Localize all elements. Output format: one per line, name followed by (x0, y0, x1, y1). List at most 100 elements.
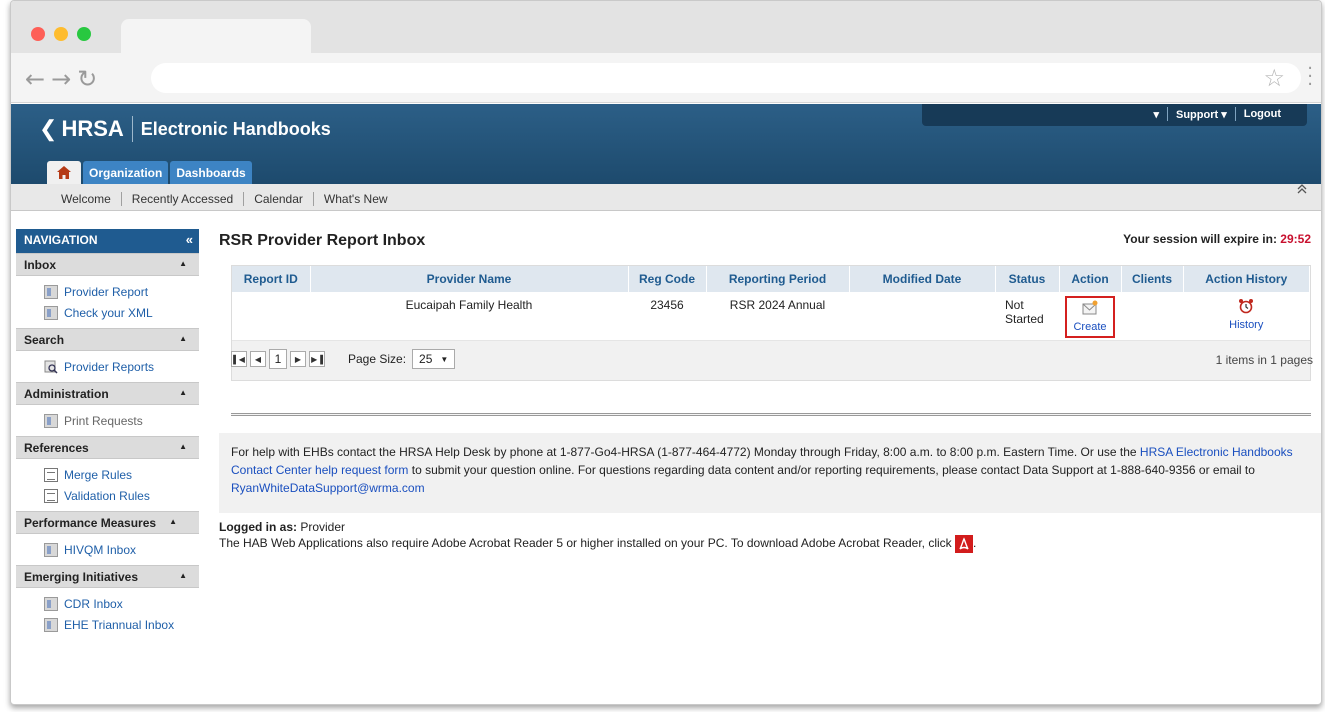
user-dropdown[interactable]: ▾ (1145, 108, 1167, 121)
browser-menu-icon[interactable]: · · · (1307, 60, 1313, 94)
collapse-nav-icon[interactable]: « (186, 232, 193, 247)
back-arrow-icon[interactable]: ← (25, 65, 51, 93)
address-bar[interactable] (151, 63, 1301, 93)
hrsa-logo[interactable]: ❮ HRSA Electronic Handbooks (39, 116, 331, 142)
first-page-button[interactable]: ▌◀ (231, 351, 247, 367)
create-report-icon (1073, 300, 1106, 319)
create-link[interactable]: Create (1073, 321, 1106, 333)
cell-report-id (232, 292, 310, 341)
chevron-down-icon: ▼ (440, 354, 449, 364)
nav-section-administration[interactable]: Administration ▲ (16, 382, 199, 405)
column-header-provider-name[interactable]: Provider Name (310, 266, 629, 292)
logout-link[interactable]: Logout (1236, 108, 1289, 120)
help-text: For help with EHBs contact the HRSA Help… (219, 433, 1321, 513)
report-icon (44, 413, 58, 428)
support-menu[interactable]: Support ▾ (1168, 108, 1235, 121)
nav-item-print-requests[interactable]: Print Requests (44, 410, 199, 431)
nav-section-title: Emerging Initiatives (24, 570, 139, 584)
column-header-modified-date[interactable]: Modified Date (849, 266, 996, 292)
tab-dashboards[interactable]: Dashboards (170, 161, 252, 184)
left-navigation: NAVIGATION « Inbox ▲ Provider Report Chec… (16, 229, 199, 691)
browser-toolbar: ←→↻ ☆ · · · (11, 53, 1321, 103)
maximize-window-button[interactable] (77, 27, 91, 41)
prev-page-button[interactable]: ◀ (250, 351, 266, 367)
nav-item-check-xml[interactable]: Check your XML (44, 302, 199, 323)
nav-item-hivqm-inbox[interactable]: HIVQM Inbox (44, 539, 199, 560)
cell-action: Create (1059, 292, 1121, 341)
brand-text: HRSA (61, 116, 124, 141)
table-row: Eucaipah Family Health 23456 RSR 2024 An… (232, 292, 1310, 341)
nav-item-label: Provider Reports (64, 359, 155, 374)
browser-tab[interactable] (121, 19, 311, 53)
logged-in-label: Logged in as: (219, 520, 297, 534)
logo-separator (131, 116, 133, 142)
double-chevron-up-icon (1297, 184, 1307, 194)
close-window-button[interactable] (31, 27, 45, 41)
nav-section-performance[interactable]: Performance Measures ▲ (16, 511, 199, 534)
logged-in-user: Provider (300, 520, 346, 534)
nav-items-inbox: Provider Report Check your XML (16, 276, 199, 328)
page-size-label: Page Size: (348, 352, 407, 366)
caret-up-icon: ▲ (179, 571, 187, 580)
page-number[interactable]: 1 (269, 349, 287, 369)
nav-section-inbox[interactable]: Inbox ▲ (16, 253, 199, 276)
caret-up-icon: ▲ (179, 442, 187, 451)
next-page-button[interactable]: ▶ (290, 351, 306, 367)
bookmark-star-icon[interactable]: ☆ (1263, 64, 1285, 92)
alarm-clock-icon[interactable] (1184, 298, 1309, 317)
nav-item-label: Merge Rules (64, 467, 133, 482)
nav-item-label: Print Requests (64, 413, 143, 428)
column-header-status[interactable]: Status (995, 266, 1060, 292)
nav-item-provider-reports[interactable]: Provider Reports (44, 356, 199, 377)
page-size-select[interactable]: 25 ▼ (412, 349, 456, 369)
subnav-welcome[interactable]: Welcome (51, 192, 122, 206)
items-count: 1 items in 1 pages (1215, 353, 1313, 367)
create-action-button[interactable]: Create (1065, 296, 1115, 338)
home-icon-svg (57, 166, 71, 179)
nav-section-title: Performance Measures (24, 516, 157, 530)
hhs-eagle-icon: ❮ (39, 116, 58, 141)
session-timer: Your session will expire in: 29:52 (1123, 232, 1311, 246)
page-size-value: 25 (419, 352, 433, 366)
report-icon (44, 617, 58, 632)
support-email-link[interactable]: RyanWhiteDataSupport@wrma.com (231, 481, 425, 495)
reload-icon[interactable]: ↻ (77, 65, 103, 93)
nav-item-provider-report[interactable]: Provider Report (44, 281, 199, 302)
nav-item-label: CDR Inbox (64, 596, 123, 611)
minimize-window-button[interactable] (54, 27, 68, 41)
column-header-report-id[interactable]: Report ID (232, 266, 311, 292)
column-header-reg-code[interactable]: Reg Code (628, 266, 707, 292)
last-page-button[interactable]: ▶▐ (309, 351, 325, 367)
subnav-calendar[interactable]: Calendar (244, 192, 314, 206)
status-line-2: Started (1005, 312, 1044, 326)
nav-item-merge-rules[interactable]: Merge Rules (44, 464, 199, 485)
subnav-whats-new[interactable]: What's New (314, 192, 398, 206)
column-header-reporting-period[interactable]: Reporting Period (706, 266, 850, 292)
nav-items-emerging: CDR Inbox EHE Triannual Inbox (16, 588, 199, 640)
nav-section-title: Search (24, 333, 65, 347)
adobe-pdf-icon[interactable] (955, 535, 974, 553)
report-icon (44, 284, 58, 299)
subnav-recently-accessed[interactable]: Recently Accessed (122, 192, 245, 206)
nav-item-label: Check your XML (64, 305, 153, 320)
cell-status: Not Started (995, 292, 1059, 341)
nav-item-label: EHE Triannual Inbox (64, 617, 175, 632)
nav-item-ehe-triannual-inbox[interactable]: EHE Triannual Inbox (44, 614, 199, 635)
home-icon[interactable] (47, 161, 81, 184)
nav-section-references[interactable]: References ▲ (16, 436, 199, 459)
nav-item-cdr-inbox[interactable]: CDR Inbox (44, 593, 199, 614)
window-controls (31, 27, 91, 41)
nav-section-emerging[interactable]: Emerging Initiatives ▲ (16, 565, 199, 588)
tab-organization[interactable]: Organization (83, 161, 169, 184)
cell-modified-date (849, 292, 995, 341)
list-document-icon (44, 488, 58, 503)
history-link[interactable]: History (1229, 319, 1263, 331)
browser-tabstrip (11, 1, 1321, 53)
forward-arrow-icon[interactable]: → (51, 65, 77, 93)
nav-section-search[interactable]: Search ▲ (16, 328, 199, 351)
list-document-icon (44, 467, 58, 482)
caret-up-icon: ▲ (179, 259, 187, 268)
collapse-header-icon[interactable] (1297, 184, 1313, 200)
main-content: RSR Provider Report Inbox Your session w… (219, 229, 1321, 699)
nav-item-validation-rules[interactable]: Validation Rules (44, 485, 199, 506)
